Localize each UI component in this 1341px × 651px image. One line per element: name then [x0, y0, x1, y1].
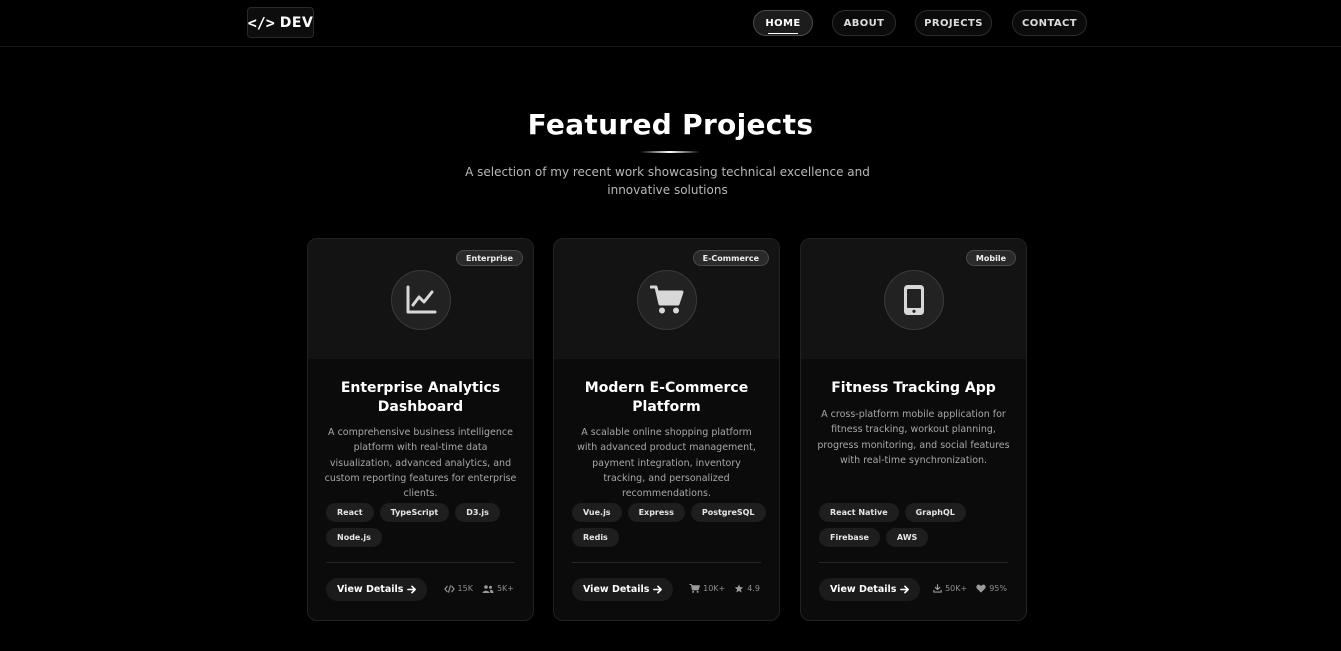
nav-about[interactable]: ABOUT — [832, 10, 896, 36]
project-card-ecommerce: E-Commerce Modern E-Commerce Platform A … — [553, 238, 780, 621]
tech-tag: Node.js — [326, 528, 382, 547]
card-header: E-Commerce — [554, 239, 779, 359]
tech-tag: PostgreSQL — [690, 503, 766, 522]
tech-tag: AWS — [885, 528, 929, 547]
tech-tag: Vue.js — [572, 503, 622, 522]
view-details-button[interactable]: View Details — [572, 578, 674, 601]
tech-tags: React Native GraphQL Firebase AWS — [819, 503, 1014, 547]
tech-tag: TypeScript — [379, 503, 450, 522]
card-stats: 10K+ 4.9 — [689, 584, 760, 593]
card-stats: 15K 5K+ — [443, 584, 514, 593]
download-icon — [933, 584, 942, 593]
card-description: A comprehensive business intelligence pl… — [324, 427, 517, 500]
card-title: Enterprise Analytics Dashboard — [340, 380, 501, 415]
tech-tag: React — [326, 503, 374, 522]
code-icon — [443, 584, 455, 593]
section-title: Featured Projects — [527, 108, 814, 141]
button-label: View Details — [830, 584, 897, 595]
nav-home[interactable]: HOME — [753, 10, 813, 36]
card-divider — [326, 562, 515, 563]
arrow-right-icon — [653, 585, 663, 594]
top-nav: </> DEV HOME ABOUT PROJECTS CONTACT — [0, 0, 1341, 47]
tech-tag: Firebase — [819, 528, 880, 547]
tech-tag: Express — [627, 503, 685, 522]
code-icon: </> — [247, 13, 275, 32]
category-badge: Enterprise — [456, 250, 523, 266]
project-card-analytics: Enterprise Enterprise Analytics Dashboar… — [307, 238, 534, 621]
mobile-phone-icon — [884, 270, 944, 330]
chart-line-icon — [391, 270, 451, 330]
card-divider — [572, 562, 761, 563]
view-details-button[interactable]: View Details — [326, 578, 428, 601]
heart-icon — [976, 584, 986, 593]
stat-rating: 4.9 — [734, 584, 760, 593]
card-header: Enterprise — [308, 239, 533, 359]
card-description: A scalable online shopping platform with… — [577, 427, 756, 500]
users-icon — [482, 584, 494, 593]
button-label: View Details — [583, 584, 650, 595]
tech-tag: React Native — [819, 503, 899, 522]
star-icon — [735, 584, 744, 593]
section-subtitle: A selection of my recent work showcasing… — [465, 165, 870, 197]
stat-satisfaction: 95% — [976, 584, 1007, 593]
card-divider — [819, 562, 1008, 563]
nav-contact[interactable]: CONTACT — [1012, 10, 1087, 36]
tech-tags: Vue.js Express PostgreSQL Redis — [572, 503, 767, 547]
logo-text: DEV — [279, 14, 314, 31]
category-badge: Mobile — [965, 250, 1016, 266]
view-details-button[interactable]: View Details — [819, 578, 921, 601]
arrow-right-icon — [407, 585, 417, 594]
card-description: A cross-platform mobile application for … — [817, 409, 1010, 466]
logo[interactable]: </> DEV — [247, 7, 314, 38]
tech-tags: React TypeScript D3.js Node.js — [326, 503, 521, 547]
tech-tag: GraphQL — [904, 503, 966, 522]
button-label: View Details — [337, 584, 404, 595]
stat-orders: 10K+ — [689, 584, 725, 593]
project-card-fitness: Mobile Fitness Tracking App A cross-plat… — [800, 238, 1027, 621]
card-title: Fitness Tracking App — [831, 380, 996, 396]
nav-projects[interactable]: PROJECTS — [915, 10, 992, 36]
card-title: Modern E-Commerce Platform — [584, 380, 749, 415]
card-stats: 50K+ 95% — [933, 584, 1007, 593]
stat-lines-of-code: 15K — [443, 584, 473, 593]
category-badge: E-Commerce — [692, 250, 769, 266]
cart-icon — [689, 584, 701, 593]
tech-tag: Redis — [572, 528, 619, 547]
tech-tag: D3.js — [455, 503, 500, 522]
title-underline — [640, 151, 700, 153]
stat-downloads: 50K+ — [933, 584, 967, 593]
arrow-right-icon — [900, 585, 910, 594]
stat-users: 5K+ — [482, 584, 514, 593]
card-header: Mobile — [801, 239, 1026, 359]
shopping-cart-icon — [637, 270, 697, 330]
